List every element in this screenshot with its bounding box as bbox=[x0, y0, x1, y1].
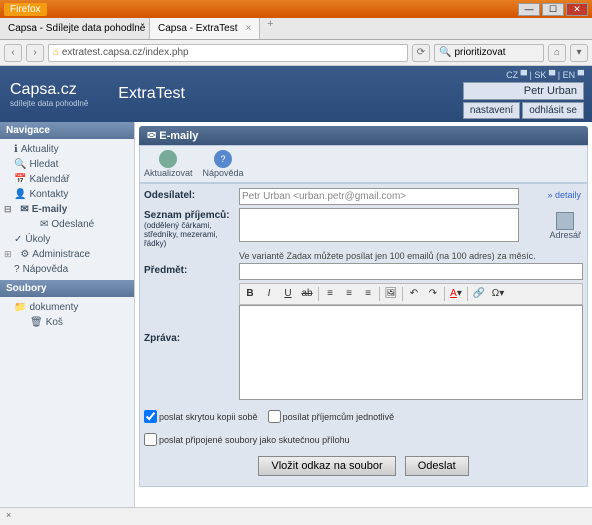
browser-tab-1[interactable]: Capsa - ExtraTest× bbox=[150, 18, 260, 39]
window-close[interactable]: ✕ bbox=[566, 3, 588, 16]
app-header: Capsa.cz sdílejte data pohodlně ExtraTes… bbox=[0, 66, 592, 122]
browser-titlebar: Firefox — ☐ ✕ bbox=[0, 0, 592, 18]
refresh-button[interactable]: Aktualizovat bbox=[144, 150, 193, 178]
search-icon: 🔍 bbox=[14, 159, 26, 170]
contacts-icon: 👤 bbox=[14, 189, 26, 200]
image-button[interactable]: 🖼 bbox=[383, 286, 399, 302]
settings-button[interactable]: nastavení bbox=[463, 102, 520, 119]
sidebar-item-odeslane[interactable]: ✉Odeslané bbox=[0, 217, 134, 232]
bold-button[interactable]: B bbox=[242, 286, 258, 302]
trash-icon: 🗑 bbox=[30, 317, 43, 328]
status-bar: × bbox=[0, 507, 592, 525]
sidebar-folder-dokumenty[interactable]: 📁dokumenty bbox=[0, 300, 134, 315]
help-icon: ? bbox=[214, 150, 232, 168]
sidebar-nav-header: Navigace bbox=[0, 122, 134, 139]
italic-button[interactable]: I bbox=[261, 286, 277, 302]
send-button[interactable]: Odeslat bbox=[405, 456, 469, 476]
insert-file-link-button[interactable]: Vložit odkaz na soubor bbox=[258, 456, 395, 476]
tree-collapse-icon[interactable]: ⊟ bbox=[4, 204, 12, 215]
back-button[interactable]: ‹ bbox=[4, 44, 22, 62]
tree-expand-icon[interactable]: ⊞ bbox=[4, 249, 12, 260]
underline-button[interactable]: U bbox=[280, 286, 296, 302]
sidebar-item-ukoly[interactable]: ✓Úkoly bbox=[0, 232, 134, 247]
window-minimize[interactable]: — bbox=[518, 3, 540, 16]
window-maximize[interactable]: ☐ bbox=[542, 3, 564, 16]
mail-icon: ✉ bbox=[20, 204, 28, 215]
subject-field[interactable] bbox=[239, 263, 583, 280]
reload-button[interactable]: ⟳ bbox=[412, 44, 430, 62]
logo[interactable]: Capsa.cz sdílejte data pohodlně bbox=[10, 81, 88, 108]
url-bar[interactable]: ⌂ extratest.capsa.cz/index.php bbox=[48, 44, 408, 62]
sender-label: Odesílatel: bbox=[144, 188, 239, 201]
omega-button[interactable]: Ω▾ bbox=[490, 286, 506, 302]
sidebar-item-emaily[interactable]: ⊟ ✉E-maily bbox=[0, 202, 134, 217]
addressbook-icon bbox=[556, 212, 574, 230]
message-label: Zpráva: bbox=[144, 283, 239, 403]
sidebar-item-administrace[interactable]: ⊞ ⚙Administrace bbox=[0, 247, 134, 262]
sent-icon: ✉ bbox=[40, 219, 48, 230]
font-color-button[interactable]: A▾ bbox=[448, 286, 464, 302]
link-button[interactable]: 🔗 bbox=[471, 286, 487, 302]
sidebar-item-hledat[interactable]: 🔍Hledat bbox=[0, 157, 134, 172]
folder-icon: 📁 bbox=[14, 302, 26, 313]
bookmarks-button[interactable]: ▾ bbox=[570, 44, 588, 62]
align-left-button[interactable]: ≡ bbox=[322, 286, 338, 302]
check-send-individually[interactable]: posílat příjemcům jednotlivě bbox=[268, 410, 395, 423]
align-center-button[interactable]: ≡ bbox=[341, 286, 357, 302]
main-panel: E-maily Aktualizovat ?Nápověda » detaily… bbox=[135, 122, 592, 525]
redo-button[interactable]: ↷ bbox=[425, 286, 441, 302]
sidebar: Navigace ℹAktuality 🔍Hledat 📅Kalendář 👤K… bbox=[0, 122, 135, 525]
browser-tab-0[interactable]: Capsa - Sdílejte data pohodlně | Vlast..… bbox=[0, 18, 150, 39]
tasks-icon: ✓ bbox=[14, 234, 22, 245]
undo-button[interactable]: ↶ bbox=[406, 286, 422, 302]
sender-field[interactable] bbox=[239, 188, 519, 205]
panel-toolbar: Aktualizovat ?Nápověda bbox=[139, 145, 588, 183]
subject-label: Předmět: bbox=[144, 263, 239, 276]
recipients-label: Seznam příjemců:(oddělený čárkami, střed… bbox=[144, 208, 239, 248]
refresh-icon bbox=[159, 150, 177, 168]
details-link[interactable]: » detaily bbox=[547, 190, 581, 200]
close-tab-icon[interactable]: × bbox=[245, 23, 251, 34]
sidebar-item-kontakty[interactable]: 👤Kontakty bbox=[0, 187, 134, 202]
info-icon: ℹ bbox=[14, 144, 18, 155]
app-title: ExtraTest bbox=[118, 85, 185, 103]
addressbook-button[interactable]: Adresář bbox=[549, 212, 581, 240]
browser-tabs: Capsa - Sdílejte data pohodlně | Vlast..… bbox=[0, 18, 592, 40]
email-form: » detaily Adresář Odesílatel: Seznam pří… bbox=[139, 183, 588, 487]
language-switch[interactable]: CZ ▀ | SK ▀ | EN ▀ bbox=[463, 70, 584, 80]
calendar-icon: 📅 bbox=[14, 174, 26, 185]
browser-navbar: ‹ › ⌂ extratest.capsa.cz/index.php ⟳ 🔍pr… bbox=[0, 40, 592, 66]
check-real-attachment[interactable]: poslat připojené soubory jako skutečnou … bbox=[144, 433, 350, 446]
help-button[interactable]: ?Nápověda bbox=[203, 150, 244, 178]
help-icon: ? bbox=[14, 264, 20, 275]
sidebar-item-napoveda[interactable]: ?Nápověda bbox=[0, 262, 134, 277]
editor-toolbar: B I U ab ≡ ≡ ≡ 🖼 ↶ ↷ bbox=[239, 283, 583, 305]
home-button[interactable]: ⌂ bbox=[548, 44, 566, 62]
align-right-button[interactable]: ≡ bbox=[360, 286, 376, 302]
sidebar-item-kalendar[interactable]: 📅Kalendář bbox=[0, 172, 134, 187]
sidebar-folder-kos[interactable]: 🗑Koš bbox=[0, 315, 134, 330]
admin-icon: ⚙ bbox=[20, 249, 29, 260]
options-checks: poslat skrytou kopii sobě posílat příjem… bbox=[144, 406, 583, 450]
search-bar[interactable]: 🔍prioritizovat bbox=[434, 44, 544, 62]
new-tab-button[interactable]: + bbox=[260, 18, 280, 39]
sidebar-item-aktuality[interactable]: ℹAktuality bbox=[0, 142, 134, 157]
user-box: Petr Urban bbox=[463, 82, 584, 100]
limit-note: Ve variantě Zadax můžete posílat jen 100… bbox=[239, 251, 583, 261]
panel-title: E-maily bbox=[139, 126, 588, 145]
check-bcc-self[interactable]: poslat skrytou kopii sobě bbox=[144, 410, 258, 423]
firefox-menu-button[interactable]: Firefox bbox=[4, 3, 47, 16]
recipients-field[interactable] bbox=[239, 208, 519, 242]
strike-button[interactable]: ab bbox=[299, 286, 315, 302]
message-field[interactable] bbox=[239, 305, 583, 400]
logout-button[interactable]: odhlásit se bbox=[522, 102, 584, 119]
sidebar-files-header: Soubory bbox=[0, 280, 134, 297]
forward-button[interactable]: › bbox=[26, 44, 44, 62]
